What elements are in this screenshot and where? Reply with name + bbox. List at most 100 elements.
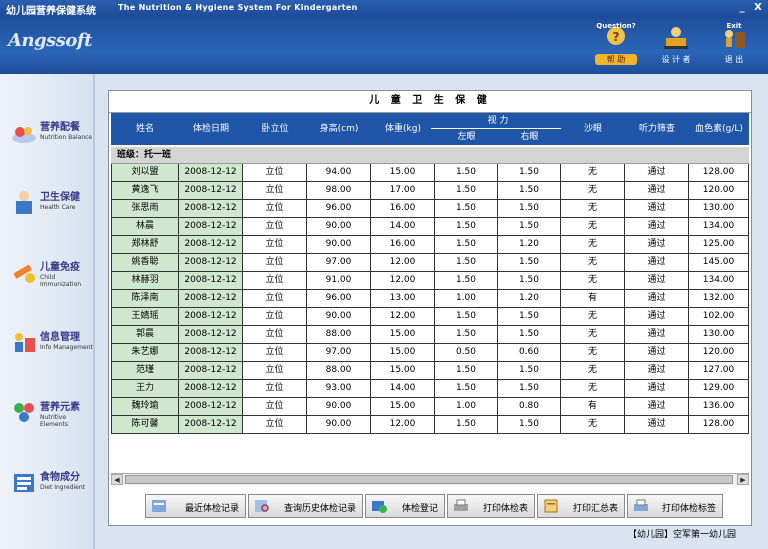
report-title: 儿 童 卫 生 保 健 xyxy=(109,91,751,113)
table-row[interactable]: 王力 2008-12-12 立位 93.00 14.00 1.50 1.50 无通过 129.0… xyxy=(111,380,749,398)
toolbar-label: 最近体检记录 xyxy=(184,504,239,514)
recent-records-icon xyxy=(152,500,166,512)
cell-date: 2008-12-12 xyxy=(179,254,243,272)
cell-weight: 15.00 xyxy=(371,398,435,416)
help-button[interactable]: Question? ? 帮 助 xyxy=(590,22,642,72)
designer-button[interactable]: 设 计 者 xyxy=(650,24,702,72)
cell-date: 2008-12-12 xyxy=(179,182,243,200)
sidebar-item-nutrition[interactable]: 营养配餐 Nutrition Balance xyxy=(0,110,95,170)
cell-date: 2008-12-12 xyxy=(179,290,243,308)
cell-hemoglobin: 128.00 xyxy=(689,416,749,434)
table-row[interactable]: 林晨 2008-12-12 立位 90.00 14.00 1.50 1.50 无通过 134.0… xyxy=(111,218,749,236)
class-group-row: 班级：托一班 xyxy=(111,147,749,164)
cell-weight: 15.00 xyxy=(371,362,435,380)
app-title-cn: 幼儿园营养保健系统 xyxy=(6,6,96,17)
table-row[interactable]: 黄逸飞 2008-12-12 立位 98.00 17.00 1.50 1.50 无通过 120.… xyxy=(111,182,749,200)
toolbar-label: 打印汇总表 xyxy=(572,504,618,514)
table-row[interactable]: 刘以盟 2008-12-12 立位 94.00 15.00 1.50 1.50 无通过 128.… xyxy=(111,164,749,182)
col-header-hemoglobin: 血色素(g/L) xyxy=(695,124,743,134)
table-row[interactable]: 王婧瑶 2008-12-12 立位 90.00 12.00 1.50 1.50 无通过 102.… xyxy=(111,308,749,326)
print-label-button[interactable]: 打印体检标签 xyxy=(627,494,723,518)
sidebar-item-info-management[interactable]: 信息管理 Info Management xyxy=(0,320,95,380)
recent-records-button[interactable]: 最近体检记录 xyxy=(145,494,246,518)
table-row[interactable]: 陈泽南 2008-12-12 立位 96.00 13.00 1.00 1.20 有通过 132.… xyxy=(111,290,749,308)
help-label: 帮 助 xyxy=(595,54,637,65)
sidebar-item-immunization[interactable]: 儿童免疫 Child Immunization xyxy=(0,250,95,310)
sidebar-item-diet-ingredient[interactable]: 食物成分 Diet Ingredient xyxy=(0,460,95,520)
cell-height: 90.00 xyxy=(307,398,371,416)
sidebar-item-nutritive-elements[interactable]: 营养元素 Nutritive Elements xyxy=(0,390,95,450)
table-row[interactable]: 林赫羽 2008-12-12 立位 91.00 12.00 1.50 1.50 无通过 134.… xyxy=(111,272,749,290)
sidebar-item-health-care[interactable]: 卫生保健 Health Care xyxy=(0,180,95,240)
table-row[interactable]: 范瑾 2008-12-12 立位 88.00 15.00 1.50 1.50 无通过 127.0… xyxy=(111,362,749,380)
register-button[interactable]: 体检登记 xyxy=(365,494,445,518)
cell-left-eye: 1.00 xyxy=(435,290,498,308)
cell-posture: 立位 xyxy=(243,164,307,182)
cell-name: 王婧瑶 xyxy=(111,308,179,326)
cell-posture: 立位 xyxy=(243,398,307,416)
designer-icon xyxy=(664,27,688,49)
title-bar: 幼儿园营养保健系统 The Nutrition & Hygiene System… xyxy=(0,0,768,18)
cell-left-eye: 1.50 xyxy=(435,272,498,290)
cell-right-eye: 0.60 xyxy=(498,344,561,362)
cell-hearing: 通过 xyxy=(625,326,689,344)
cell-height: 90.00 xyxy=(307,416,371,434)
svg-text:?: ? xyxy=(613,30,620,44)
cell-trachoma: 无 xyxy=(561,182,625,200)
table-row[interactable]: 魏玲瑜 2008-12-12 立位 90.00 15.00 1.00 0.80 有通过 136.… xyxy=(111,398,749,416)
col-header-trachoma: 沙眼 xyxy=(583,124,602,134)
table-row[interactable]: 郑林舒 2008-12-12 立位 90.00 16.00 1.50 1.20 无通过 125.… xyxy=(111,236,749,254)
cell-height: 98.00 xyxy=(307,182,371,200)
cell-left-eye: 0.50 xyxy=(435,344,498,362)
cell-hemoglobin: 132.00 xyxy=(689,290,749,308)
scroll-thumb[interactable] xyxy=(125,475,733,484)
cell-height: 91.00 xyxy=(307,272,371,290)
print-form-button[interactable]: 打印体检表 xyxy=(447,494,535,518)
scroll-left-icon[interactable]: ◀ xyxy=(111,474,123,485)
cell-right-eye: 1.50 xyxy=(498,416,561,434)
cell-height: 90.00 xyxy=(307,236,371,254)
cell-date: 2008-12-12 xyxy=(179,236,243,254)
close-button[interactable]: X xyxy=(752,2,764,14)
table-row[interactable]: 陈可馨 2008-12-12 立位 90.00 12.00 1.50 1.50 无通过 128.… xyxy=(111,416,749,434)
cell-right-eye: 1.50 xyxy=(498,164,561,182)
cell-name: 黄逸飞 xyxy=(111,182,179,200)
history-search-button[interactable]: 查询历史体检记录 xyxy=(248,494,363,518)
cell-height: 88.00 xyxy=(307,326,371,344)
cell-hemoglobin: 130.00 xyxy=(689,326,749,344)
cell-name: 郭晨 xyxy=(111,326,179,344)
cell-height: 96.00 xyxy=(307,290,371,308)
cell-hearing: 通过 xyxy=(625,164,689,182)
cell-height: 94.00 xyxy=(307,164,371,182)
print-summary-button[interactable]: 打印汇总表 xyxy=(537,494,625,518)
cell-left-eye: 1.50 xyxy=(435,218,498,236)
elements-icon xyxy=(14,403,34,422)
horizontal-scrollbar[interactable]: ◀ ▶ xyxy=(111,473,749,485)
doctor-icon xyxy=(16,191,32,214)
table-row[interactable]: 姚香聪 2008-12-12 立位 97.00 12.00 1.50 1.50 无通过 145.… xyxy=(111,254,749,272)
table-row[interactable]: 郭晨 2008-12-12 立位 88.00 15.00 1.50 1.50 无通过 130.0… xyxy=(111,326,749,344)
cell-date: 2008-12-12 xyxy=(179,326,243,344)
cell-hemoglobin: 130.00 xyxy=(689,200,749,218)
cell-hemoglobin: 129.00 xyxy=(689,380,749,398)
cell-hearing: 通过 xyxy=(625,416,689,434)
cell-date: 2008-12-12 xyxy=(179,398,243,416)
table-row[interactable]: 张思雨 2008-12-12 立位 96.00 16.00 1.50 1.50 无通过 130.… xyxy=(111,200,749,218)
print-form-icon xyxy=(454,499,468,511)
cell-hearing: 通过 xyxy=(625,362,689,380)
cell-hemoglobin: 125.00 xyxy=(689,236,749,254)
cell-left-eye: 1.50 xyxy=(435,380,498,398)
exit-button[interactable]: Exit 退 出 xyxy=(708,22,760,72)
cell-trachoma: 无 xyxy=(561,308,625,326)
cell-right-eye: 1.20 xyxy=(498,236,561,254)
cell-left-eye: 1.50 xyxy=(435,362,498,380)
cell-height: 90.00 xyxy=(307,218,371,236)
immunization-icon xyxy=(13,264,35,283)
cell-hemoglobin: 102.00 xyxy=(689,308,749,326)
print-summary-icon xyxy=(544,499,558,513)
scroll-right-icon[interactable]: ▶ xyxy=(737,474,749,485)
table-row[interactable]: 朱艺娜 2008-12-12 立位 97.00 15.00 0.50 0.60 无通过 120.… xyxy=(111,344,749,362)
minimize-button[interactable]: _ xyxy=(736,2,748,14)
cell-height: 88.00 xyxy=(307,362,371,380)
col-header-name: 姓名 xyxy=(135,124,154,134)
